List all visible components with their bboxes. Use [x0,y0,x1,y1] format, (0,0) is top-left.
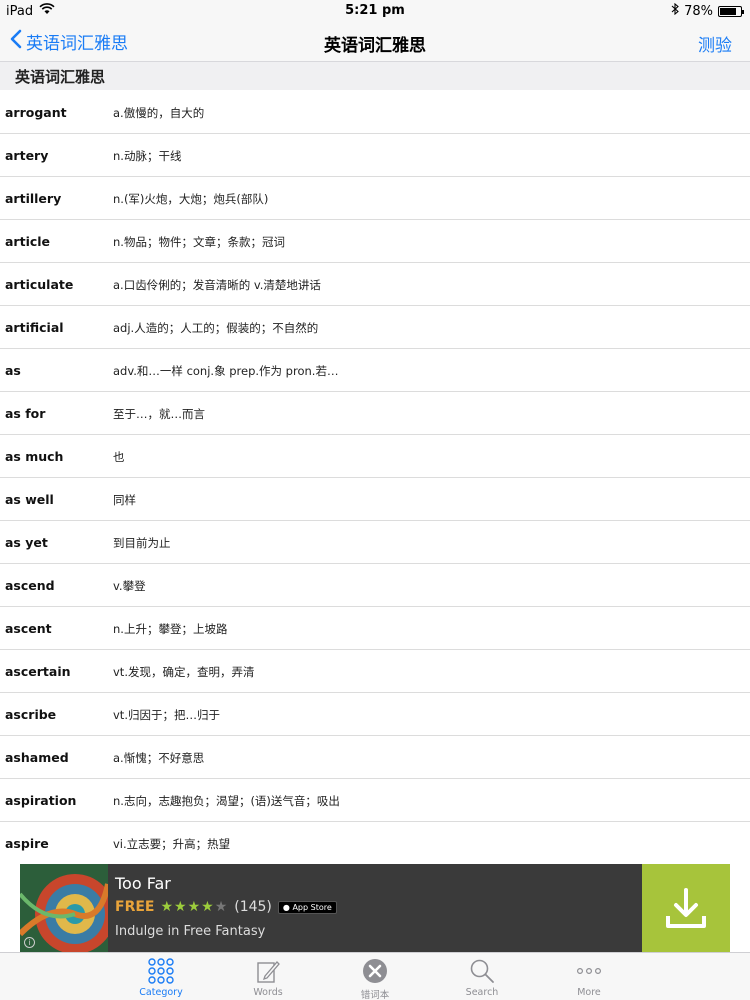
ad-price: FREE [115,899,155,915]
word-term: as well [5,492,54,507]
page-title: 英语词汇雅思 [324,36,426,56]
quiz-button[interactable]: 测验 [698,31,732,56]
word-meaning: 到目前为止 [113,536,171,550]
word-term: ascend [5,578,55,593]
ad-subtitle: Indulge in Free Fantasy [115,924,266,939]
word-meaning: adv.和…一样 conj.象 prep.作为 pron.若… [113,364,339,378]
section-header: 英语词汇雅思 [0,62,750,90]
word-term: articulate [5,277,74,292]
word-meaning: n.物品；物件；文章；条款；冠词 [113,235,285,249]
battery-icon [718,5,744,17]
word-term: ascribe [5,707,57,722]
battery-fill [720,7,736,15]
list-item[interactable]: ascent n.上升；攀登；上坡路 [0,607,750,650]
word-meaning: n.上升；攀登；上坡路 [113,622,228,636]
word-term: arrogant [5,105,67,120]
review-count: (145) [234,899,272,915]
ad-title: Too Far [115,874,171,893]
ad-app-image[interactable]: i [20,864,108,952]
word-term: aspire [5,836,49,851]
list-item[interactable]: artillery n.(军)火炮，大炮；炮兵(部队) [0,177,750,220]
word-meaning: 也 [113,450,125,464]
search-icon [468,958,496,984]
status-right: 78% [671,2,744,19]
tab-label: 错词本 [360,990,390,1000]
word-meaning: a.傲慢的，自大的 [113,106,205,120]
word-term: aspiration [5,793,77,808]
app-store-badge-label: App Store [292,902,332,912]
word-meaning: a.惭愧；不好意思 [113,751,205,765]
more-icon [575,958,603,984]
list-item[interactable]: articulate a.口齿伶俐的；发音清晰的 v.清楚地讲话 [0,263,750,306]
bluetooth-icon [671,2,679,19]
tab-x-circle[interactable]: 错词本 [322,953,429,1000]
list-item[interactable]: aspire vi.立志要；升高；热望 [0,822,750,864]
word-meaning: a.口齿伶俐的；发音清晰的 v.清楚地讲话 [113,278,321,292]
download-button[interactable] [642,864,730,952]
list-item[interactable]: as well 同样 [0,478,750,521]
tab-grid[interactable]: Category [108,953,215,1000]
stars-empty: ★ [214,899,229,915]
tab-bar: Category Words 错词本 Search More [0,952,750,1000]
word-term: article [5,234,51,249]
star-rating: ★★★★★ [160,899,228,915]
tab-label: Search [465,987,499,998]
word-meaning: 至于…，就…而言 [113,407,205,421]
tab-search[interactable]: Search [429,953,536,1000]
list-item[interactable]: ashamed a.惭愧；不好意思 [0,736,750,779]
tab-label: More [577,987,601,998]
tab-edit[interactable]: Words [215,953,322,1000]
list-item[interactable]: as yet 到目前为止 [0,521,750,564]
word-meaning: vi.立志要；升高；热望 [113,837,231,851]
list-item[interactable]: as for 至于…，就…而言 [0,392,750,435]
grid-icon [147,958,175,984]
word-meaning: v.攀登 [113,579,146,593]
word-term: ascent [5,621,52,636]
ad-banner[interactable]: i Too Far FREE ★★★★★ (145) ● App Store I… [20,864,730,952]
word-meaning: vt.归因于；把…归于 [113,708,220,722]
word-meaning: n.(军)火炮，大炮；炮兵(部队) [113,192,269,206]
word-term: as much [5,449,64,464]
app-store-badge: ● App Store [277,900,337,914]
tab-label: Words [253,987,283,998]
tab-more[interactable]: More [536,953,643,1000]
list-item[interactable]: ascend v.攀登 [0,564,750,607]
list-item[interactable]: as adv.和…一样 conj.象 prep.作为 pron.若… [0,349,750,392]
x-circle-icon [361,958,389,984]
word-term: artery [5,148,49,163]
list-item[interactable]: as much 也 [0,435,750,478]
word-meaning: n.动脉；干线 [113,149,182,163]
word-term: artificial [5,320,64,335]
word-term: as [5,363,21,378]
word-list[interactable]: arrogant a.傲慢的，自大的 artery n.动脉；干线 artillery n… [0,91,750,864]
list-item[interactable]: artificial adj.人造的；人工的；假装的；不自然的 [0,306,750,349]
info-icon[interactable]: i [24,937,35,948]
edit-icon [254,958,282,984]
status-bar: iPad 5:21 pm 78% [0,0,750,22]
word-meaning: 同样 [113,493,136,507]
tab-label: Category [139,987,183,998]
word-meaning: n.志向，志趣抱负；渴望；(语)送气音；吸出 [113,794,340,808]
battery-percent: 78% [684,3,713,19]
apple-icon: ● [282,902,290,912]
word-meaning: vt.发现，确定，查明，弄清 [113,665,255,679]
download-icon [662,884,710,936]
word-term: ashamed [5,750,69,765]
word-term: as for [5,406,46,421]
word-term: artillery [5,191,62,206]
list-item[interactable]: aspiration n.志向，志趣抱负；渴望；(语)送气音；吸出 [0,779,750,822]
word-meaning: adj.人造的；人工的；假装的；不自然的 [113,321,319,335]
word-term: as yet [5,535,48,550]
ad-rating-row: FREE ★★★★★ (145) ● App Store [115,899,337,915]
stars-filled: ★★★★ [160,899,215,915]
list-item[interactable]: article n.物品；物件；文章；条款；冠词 [0,220,750,263]
navigation-bar: 英语词汇雅思 英语词汇雅思 测验 [0,22,750,62]
word-term: ascertain [5,664,71,679]
status-time: 5:21 pm [345,3,405,18]
list-item[interactable]: arrogant a.傲慢的，自大的 [0,91,750,134]
list-item[interactable]: ascertain vt.发现，确定，查明，弄清 [0,650,750,693]
list-item[interactable]: artery n.动脉；干线 [0,134,750,177]
list-item[interactable]: ascribe vt.归因于；把…归于 [0,693,750,736]
